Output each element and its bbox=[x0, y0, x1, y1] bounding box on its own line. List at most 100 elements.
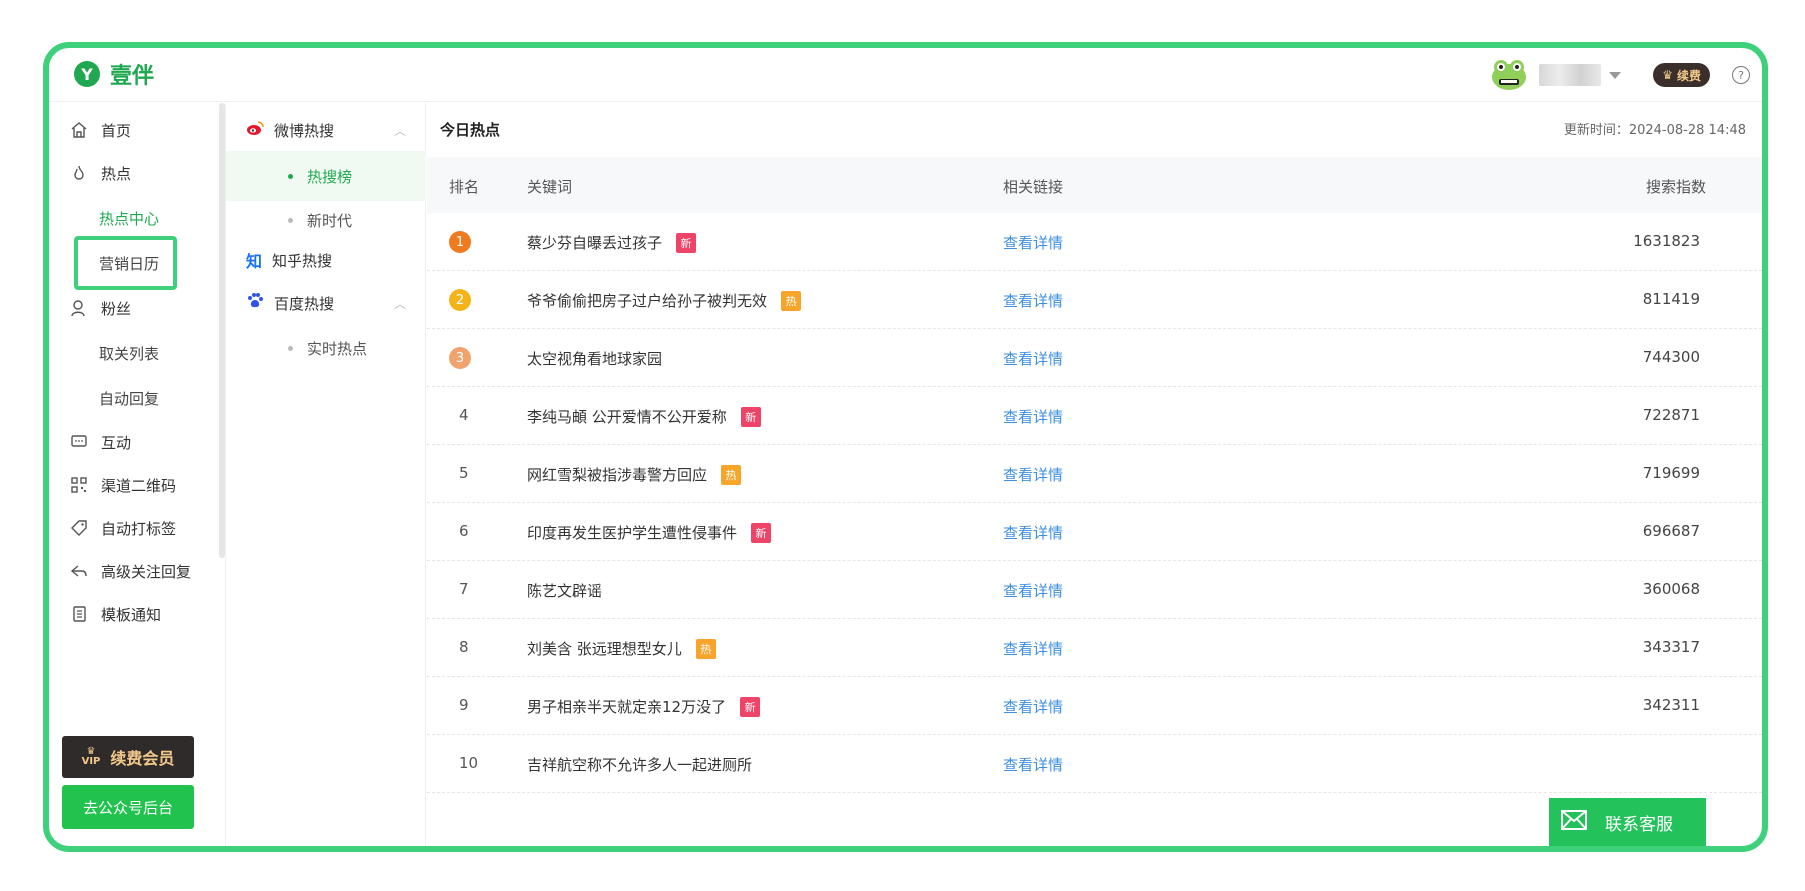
renew-vip-button[interactable]: ♛ VIP 续费会员 bbox=[62, 736, 194, 778]
hot-tag: 热 bbox=[781, 290, 802, 311]
mail-icon bbox=[1561, 809, 1587, 835]
detail-link[interactable]: 查看详情 bbox=[1003, 754, 1063, 775]
detail-link[interactable]: 查看详情 bbox=[1003, 464, 1063, 485]
help-icon[interactable]: ? bbox=[1732, 66, 1750, 84]
logo[interactable]: Y 壹伴 bbox=[74, 58, 154, 90]
go-backend-button[interactable]: 去公众号后台 bbox=[62, 785, 194, 829]
vip-crown-icon: ♛ VIP bbox=[81, 746, 101, 767]
contact-service-button[interactable]: 联系客服 bbox=[1549, 798, 1706, 846]
source-weibo-label: 微博热搜 bbox=[274, 121, 335, 140]
keyword-text: 吉祥航空称不允许多人一起进厕所 bbox=[527, 756, 753, 774]
keyword-cell: 陈艺文辟谣 bbox=[527, 580, 602, 601]
source-item-realtime[interactable]: 实时热点 bbox=[226, 323, 426, 373]
sidebar-item-unfollow-list[interactable]: 取关列表 bbox=[99, 341, 159, 365]
avatar[interactable] bbox=[1489, 55, 1529, 95]
keyword-cell: 吉祥航空称不允许多人一起进厕所 bbox=[527, 754, 752, 775]
rank-number: 7 bbox=[459, 580, 469, 598]
weibo-icon bbox=[246, 120, 264, 140]
sidebar-item-interaction[interactable]: 互动 bbox=[69, 430, 131, 454]
source-weibo[interactable]: 微博热搜 ︿ bbox=[246, 118, 406, 142]
app-frame: Y 壹伴 ♛ 续费 ? 首页 热点 热点中心 营销日历 粉丝 取关列表 自动回复… bbox=[43, 42, 1768, 852]
flame-icon bbox=[69, 163, 89, 183]
header-keyword: 关键词 bbox=[527, 178, 573, 196]
keyword-text: 刘美含 张远理想型女儿 bbox=[527, 640, 682, 658]
keyword-text: 太空视角看地球家园 bbox=[527, 350, 663, 368]
keyword-text: 印度再发生医护学生遭性侵事件 bbox=[527, 524, 738, 542]
search-index: 811419 bbox=[1642, 290, 1700, 308]
table-row: 6 印度再发生医护学生遭性侵事件新 查看详情 696687 bbox=[427, 503, 1762, 561]
document-icon bbox=[69, 604, 89, 624]
new-tag: 新 bbox=[740, 406, 761, 427]
sidebar-item-label: 自动打标签 bbox=[101, 519, 177, 538]
header-index: 搜索指数 bbox=[1645, 178, 1706, 196]
sidebar-item-auto-reply[interactable]: 自动回复 bbox=[99, 386, 159, 410]
user-icon bbox=[69, 298, 89, 318]
renew-badge[interactable]: ♛ 续费 bbox=[1653, 63, 1710, 87]
search-index: 360068 bbox=[1642, 580, 1700, 598]
source-item-new-era[interactable]: 新时代 bbox=[226, 195, 426, 245]
rank-number: 8 bbox=[459, 638, 469, 656]
home-icon bbox=[69, 120, 89, 140]
sidebar-item-advanced-follow-reply[interactable]: 高级关注回复 bbox=[69, 559, 191, 583]
detail-link[interactable]: 查看详情 bbox=[1003, 232, 1063, 253]
source-zhihu[interactable]: 知 知乎热搜 bbox=[246, 248, 406, 272]
table-row: 9 男子相亲半天就定亲12万没了新 查看详情 342311 bbox=[427, 677, 1762, 735]
contact-service-label: 联系客服 bbox=[1605, 814, 1673, 835]
top-bar: Y 壹伴 ♛ 续费 ? bbox=[49, 48, 1762, 102]
detail-link[interactable]: 查看详情 bbox=[1003, 406, 1063, 427]
keyword-cell: 印度再发生医护学生遭性侵事件新 bbox=[527, 522, 772, 543]
reply-icon bbox=[69, 561, 89, 581]
search-index: 696687 bbox=[1642, 522, 1700, 540]
chevron-up-icon[interactable]: ︿ bbox=[394, 122, 406, 139]
page-title: 今日热点 bbox=[440, 121, 501, 139]
bullet bbox=[288, 173, 293, 179]
table-row: 8 刘美含 张远理想型女儿热 查看详情 343317 bbox=[427, 619, 1762, 677]
chat-icon bbox=[69, 432, 89, 452]
detail-link[interactable]: 查看详情 bbox=[1003, 290, 1063, 311]
qrcode-icon bbox=[69, 475, 89, 495]
chevron-up-icon[interactable]: ︿ bbox=[394, 295, 406, 312]
detail-link[interactable]: 查看详情 bbox=[1003, 348, 1063, 369]
sidebar-item-marketing-calendar[interactable]: 营销日历 bbox=[99, 251, 159, 275]
detail-link[interactable]: 查看详情 bbox=[1003, 522, 1063, 543]
sidebar-item-auto-tag[interactable]: 自动打标签 bbox=[69, 516, 176, 540]
source-item-hot-search[interactable]: 热搜榜 bbox=[226, 151, 426, 201]
table-row: 1 蔡少芬自曝丢过孩子新 查看详情 1631823 bbox=[427, 213, 1762, 271]
source-baidu[interactable]: 百度热搜 ︿ bbox=[246, 291, 406, 315]
renew-label: 续费 bbox=[1676, 68, 1701, 83]
bullet bbox=[288, 345, 293, 351]
source-zhihu-label: 知乎热搜 bbox=[272, 251, 333, 270]
baidu-icon bbox=[246, 292, 264, 314]
table-row: 5 网红雪梨被指涉毒警方回应热 查看详情 719699 bbox=[427, 445, 1762, 503]
keyword-text: 蔡少芬自曝丢过孩子 bbox=[527, 234, 663, 252]
search-index: 719699 bbox=[1642, 464, 1700, 482]
header-rank: 排名 bbox=[449, 178, 480, 196]
source-item-label: 新时代 bbox=[307, 211, 353, 230]
keyword-cell: 太空视角看地球家园 bbox=[527, 348, 662, 369]
rank-number: 9 bbox=[459, 696, 469, 714]
rank-number: 5 bbox=[459, 464, 469, 482]
keyword-cell: 蔡少芬自曝丢过孩子新 bbox=[527, 232, 697, 253]
keyword-cell: 爷爷偷偷把房子过户给孙子被判无效热 bbox=[527, 290, 802, 311]
sidebar-item-hot[interactable]: 热点 bbox=[69, 161, 131, 185]
table-row: 2 爷爷偷偷把房子过户给孙子被判无效热 查看详情 811419 bbox=[427, 271, 1762, 329]
sidebar-item-home[interactable]: 首页 bbox=[69, 118, 131, 142]
new-tag: 新 bbox=[740, 696, 761, 717]
new-tag: 新 bbox=[676, 232, 697, 253]
detail-link[interactable]: 查看详情 bbox=[1003, 696, 1063, 717]
detail-link[interactable]: 查看详情 bbox=[1003, 580, 1063, 601]
sidebar-item-label: 高级关注回复 bbox=[101, 562, 192, 581]
sidebar-item-template-notice[interactable]: 模板通知 bbox=[69, 602, 161, 626]
sidebar-item-fans[interactable]: 粉丝 bbox=[69, 296, 131, 320]
source-panel: 微博热搜 ︿ 热搜榜 新时代 知 知乎热搜 百度热搜 ︿ 实时热点 bbox=[226, 103, 426, 846]
keyword-cell: 男子相亲半天就定亲12万没了新 bbox=[527, 696, 761, 717]
rank-badge: 2 bbox=[449, 289, 471, 311]
chevron-down-icon[interactable] bbox=[1609, 71, 1622, 79]
keyword-text: 爷爷偷偷把房子过户给孙子被判无效 bbox=[527, 292, 768, 310]
detail-link[interactable]: 查看详情 bbox=[1003, 638, 1063, 659]
source-baidu-label: 百度热搜 bbox=[274, 294, 335, 313]
table-row: 10 吉祥航空称不允许多人一起进厕所 查看详情 bbox=[427, 735, 1762, 793]
sidebar-item-channel-qrcode[interactable]: 渠道二维码 bbox=[69, 473, 176, 497]
keyword-text: 网红雪梨被指涉毒警方回应 bbox=[527, 466, 708, 484]
sidebar-item-hot-center[interactable]: 热点中心 bbox=[99, 206, 159, 230]
